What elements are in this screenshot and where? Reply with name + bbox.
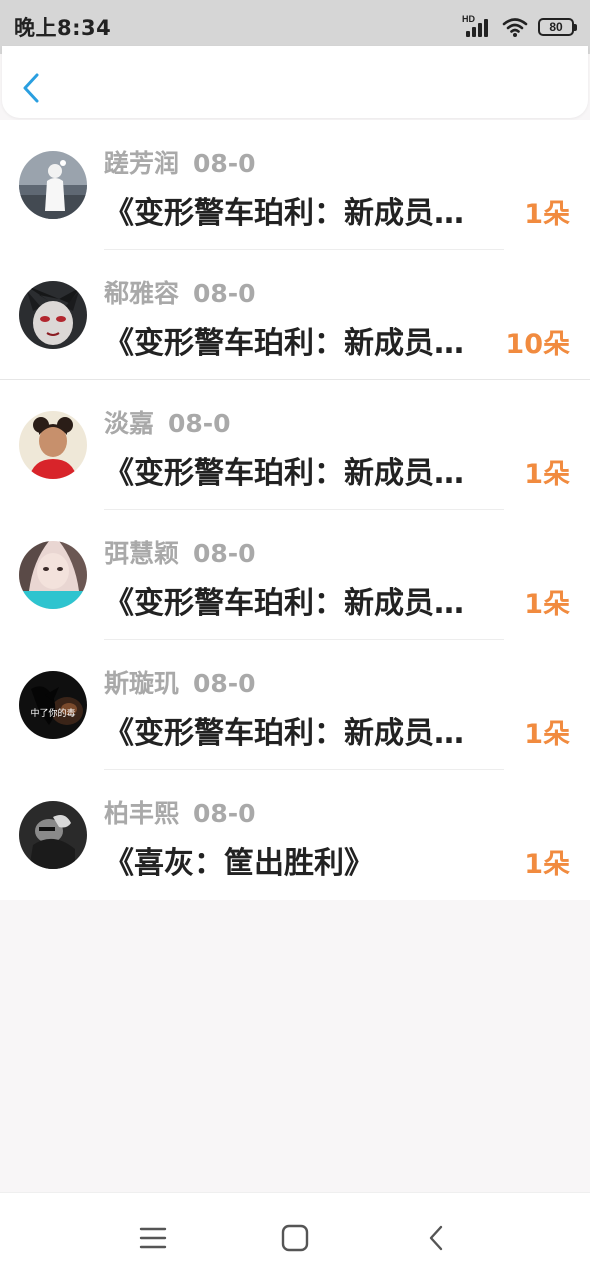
gift-date: 08-0	[193, 669, 256, 698]
gift-date: 08-0	[193, 539, 256, 568]
sender-name: 柏丰熙	[104, 799, 180, 828]
sender-name: 蹉芳润	[104, 149, 180, 178]
gift-count: 1朵	[524, 849, 570, 880]
gift-title: 《变形警车珀利：新成员…	[104, 586, 464, 621]
gift-row[interactable]: 弭慧颖 08-0 《变形警车珀利：新成员… 1朵	[0, 510, 590, 640]
avatar[interactable]	[19, 541, 87, 609]
battery-icon: 80	[538, 18, 577, 36]
status-time: 晚上8:34	[14, 16, 112, 40]
gift-title: 《变形警车珀利：新成员…	[104, 716, 464, 751]
gift-title: 《变形警车珀利：新成员…	[104, 456, 464, 491]
back-arrow-icon[interactable]	[16, 68, 46, 108]
gift-count: 1朵	[524, 199, 570, 230]
sender-name: 斯璇玑	[104, 669, 180, 698]
sender-name: 淡嘉	[104, 409, 155, 438]
battery-level: 80	[549, 20, 563, 34]
gift-date: 08-0	[193, 149, 256, 178]
sender-name: 郗雅容	[104, 279, 180, 308]
avatar-badge-text: 中了你的毒	[30, 709, 76, 719]
sender-line: 淡嘉 08-0	[104, 404, 231, 440]
gift-row[interactable]: 淡嘉 08-0 《变形警车珀利：新成员… 1朵	[0, 380, 590, 510]
gift-title: 《喜灰：筐出胜利》	[104, 846, 374, 881]
cellular-signal-icon: HD	[462, 14, 492, 40]
gift-count: 1朵	[524, 719, 570, 750]
gift-row[interactable]: 郗雅容 08-0 《变形警车珀利：新成员… 10朵	[0, 250, 590, 380]
gift-count: 1朵	[524, 589, 570, 620]
gift-list: 蹉芳润 08-0 《变形警车珀利：新成员… 1朵 郗雅容 08-0 《变形警车珀利：…	[0, 120, 590, 900]
gift-row[interactable]: 柏丰熙 08-0 《喜灰：筐出胜利》 1朵	[0, 770, 590, 900]
wifi-icon	[502, 18, 528, 37]
gift-count: 10朵	[505, 329, 570, 360]
gift-row[interactable]: 斯璇玑 08-0 《变形警车珀利：新成员… 1朵	[0, 640, 590, 770]
avatar[interactable]	[19, 151, 87, 219]
sender-line: 弭慧颖 08-0	[104, 534, 256, 570]
avatar[interactable]	[19, 671, 87, 739]
gift-date: 08-0	[193, 799, 256, 828]
sender-line: 柏丰熙 08-0	[104, 794, 256, 830]
menu-icon[interactable]	[136, 1221, 170, 1255]
network-type-label: HD	[462, 14, 475, 24]
system-nav-bar	[0, 1192, 590, 1281]
sender-line: 斯璇玑 08-0	[104, 664, 256, 700]
gift-title: 《变形警车珀利：新成员…	[104, 196, 464, 231]
sender-line: 郗雅容 08-0	[104, 274, 256, 310]
home-icon[interactable]	[278, 1221, 312, 1255]
gift-count: 1朵	[524, 459, 570, 490]
avatar[interactable]	[19, 281, 87, 349]
sender-name: 弭慧颖	[104, 539, 180, 568]
gift-row[interactable]: 蹉芳润 08-0 《变形警车珀利：新成员… 1朵	[0, 120, 590, 250]
sender-line: 蹉芳润 08-0	[104, 144, 256, 180]
gift-date: 08-0	[193, 279, 256, 308]
gift-date: 08-0	[168, 409, 231, 438]
avatar[interactable]	[19, 801, 87, 869]
app-header	[2, 46, 588, 118]
gift-title: 《变形警车珀利：新成员…	[104, 326, 464, 361]
avatar[interactable]	[19, 411, 87, 479]
status-icons: HD 80	[462, 14, 577, 40]
back-icon[interactable]	[420, 1221, 454, 1255]
